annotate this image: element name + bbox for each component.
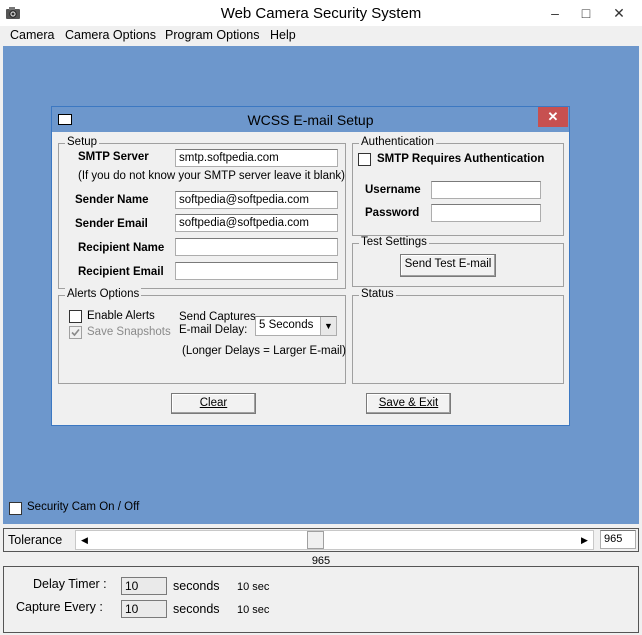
sender-email-label: Sender Email bbox=[75, 218, 148, 230]
checkmark-icon bbox=[71, 328, 80, 337]
scroll-right-icon[interactable]: ▶ bbox=[576, 531, 593, 549]
recipient-email-input[interactable] bbox=[175, 262, 338, 280]
tolerance-label: Tolerance bbox=[8, 533, 63, 547]
menu-camera-options[interactable]: Camera Options bbox=[65, 28, 156, 42]
smtp-requires-auth-checkbox[interactable] bbox=[358, 153, 371, 166]
password-label: Password bbox=[365, 207, 420, 219]
recipient-name-label: Recipient Name bbox=[78, 242, 165, 254]
dialog-title: WCSS E-mail Setup bbox=[247, 112, 374, 128]
scroll-left-icon[interactable]: ◀ bbox=[76, 531, 93, 549]
capture-every-label: Capture Every : bbox=[16, 600, 103, 614]
test-settings-group-label: Test Settings bbox=[359, 236, 429, 248]
capture-every-input[interactable]: 10 bbox=[121, 600, 167, 618]
email-setup-dialog: WCSS E-mail Setup ✕ Setup SMTP Server sm… bbox=[51, 106, 570, 426]
capture-every-readout: 10 sec bbox=[237, 604, 270, 616]
clear-button-label: Clear bbox=[199, 397, 228, 409]
email-delay-select[interactable]: 5 Seconds ▼ bbox=[255, 316, 337, 336]
username-label: Username bbox=[365, 184, 421, 196]
enable-alerts-label: Enable Alerts bbox=[87, 310, 155, 322]
delay-timer-input[interactable]: 10 bbox=[121, 577, 167, 595]
sender-email-input[interactable]: softpedia@softpedia.com bbox=[175, 214, 338, 232]
sender-name-label: Sender Name bbox=[75, 194, 149, 206]
menu-help[interactable]: Help bbox=[270, 28, 296, 42]
save-exit-button-label: Save & Exit bbox=[378, 397, 439, 409]
delay-timer-readout: 10 sec bbox=[237, 581, 270, 593]
security-cam-checkbox[interactable] bbox=[9, 502, 22, 515]
enable-alerts-checkbox[interactable] bbox=[69, 310, 82, 323]
smtp-requires-auth-label: SMTP Requires Authentication bbox=[377, 153, 545, 165]
smtp-server-label: SMTP Server bbox=[78, 151, 149, 163]
capture-every-unit: seconds bbox=[173, 602, 220, 616]
email-delay-label: E-mail Delay: bbox=[179, 324, 248, 336]
status-group bbox=[352, 295, 564, 384]
tolerance-value-box[interactable]: 965 bbox=[600, 530, 636, 549]
menu-camera[interactable]: Camera bbox=[10, 28, 54, 42]
security-cam-label: Security Cam On / Off bbox=[27, 501, 140, 513]
delay-timer-unit: seconds bbox=[173, 579, 220, 593]
delay-note: (Longer Delays = Larger E-mail) bbox=[182, 345, 346, 357]
tolerance-slider-thumb[interactable] bbox=[307, 531, 325, 549]
chevron-down-icon[interactable]: ▼ bbox=[320, 317, 336, 335]
dialog-close-button[interactable]: ✕ bbox=[538, 107, 568, 127]
status-group-label: Status bbox=[359, 288, 396, 300]
delay-timer-label: Delay Timer : bbox=[33, 577, 107, 591]
clear-button[interactable]: Clear bbox=[171, 393, 256, 414]
menu-program-options[interactable]: Program Options bbox=[165, 28, 259, 42]
recipient-email-label: Recipient Email bbox=[78, 266, 164, 278]
smtp-hint: (If you do not know your SMTP server lea… bbox=[78, 170, 345, 182]
close-window-button[interactable]: ✕ bbox=[596, 0, 642, 26]
password-input[interactable] bbox=[431, 204, 541, 222]
username-input[interactable] bbox=[431, 181, 541, 199]
recipient-name-input[interactable] bbox=[175, 238, 338, 256]
sender-name-input[interactable]: softpedia@softpedia.com bbox=[175, 191, 338, 209]
email-delay-value: 5 Seconds bbox=[259, 319, 314, 331]
save-exit-button[interactable]: Save & Exit bbox=[366, 393, 451, 414]
tolerance-slider[interactable]: ◀ ▶ bbox=[75, 530, 594, 550]
send-captures-label: Send Captures bbox=[179, 311, 256, 323]
save-snapshots-checkbox[interactable] bbox=[69, 326, 82, 339]
send-test-email-button[interactable]: Send Test E-mail bbox=[400, 254, 496, 277]
setup-group-label: Setup bbox=[65, 136, 100, 148]
alerts-options-group bbox=[58, 295, 346, 384]
smtp-server-input[interactable]: smtp.softpedia.com bbox=[175, 149, 338, 167]
alerts-options-group-label: Alerts Options bbox=[65, 288, 142, 300]
authentication-group-label: Authentication bbox=[359, 136, 436, 148]
save-snapshots-label: Save Snapshots bbox=[87, 326, 171, 338]
